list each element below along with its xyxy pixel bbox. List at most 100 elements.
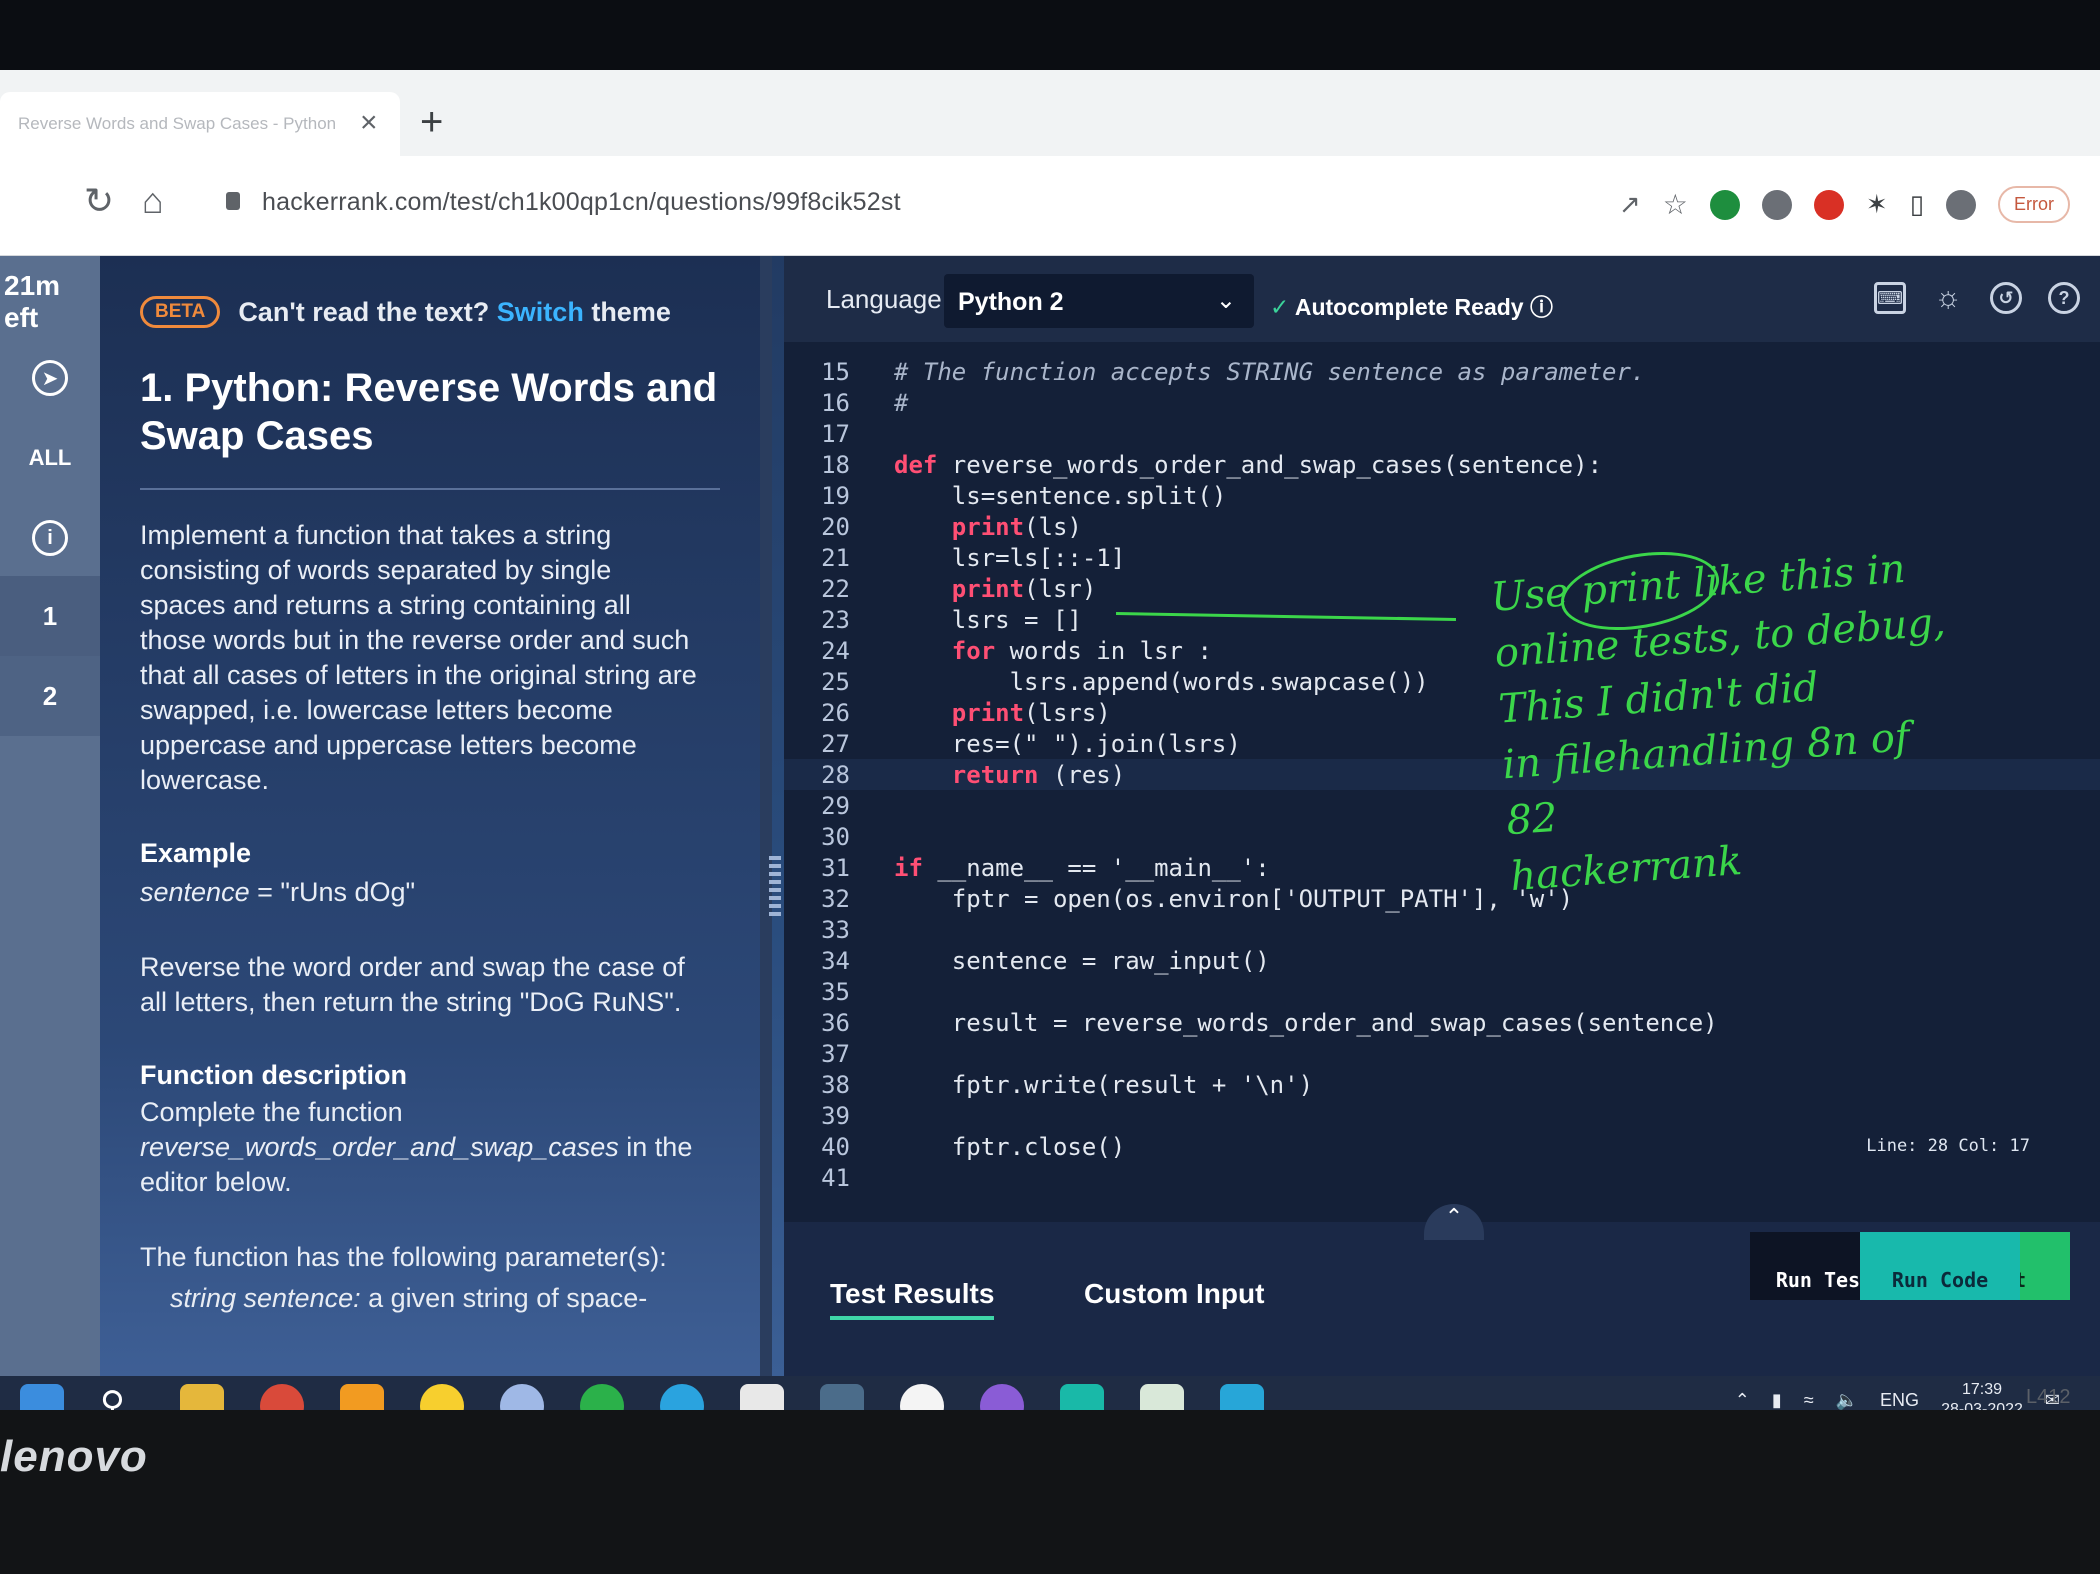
code-text[interactable]: print(lsr) — [894, 575, 1097, 603]
code-text[interactable]: ls=sentence.split() — [894, 482, 1227, 510]
autocomplete-status[interactable]: ✓ Autocomplete Ready ⓘ — [1270, 288, 1553, 322]
photos-icon[interactable] — [820, 1384, 864, 1410]
settings-icon[interactable] — [420, 1384, 464, 1410]
code-line[interactable]: 33 — [784, 914, 2100, 945]
code-text[interactable]: if __name__ == '__main__': — [894, 854, 1270, 882]
browser-tab[interactable]: Reverse Words and Swap Cases - Python × — [0, 92, 400, 156]
code-text[interactable]: fptr = open(os.environ['OUTPUT_PATH'], '… — [894, 885, 1573, 913]
puzzle-icon[interactable]: ✶ — [1866, 189, 1888, 220]
results-bar: ⌃ Test Results Custom Input Run Code Run… — [784, 1204, 2100, 1376]
panel-splitter[interactable] — [760, 256, 772, 1376]
brand-logo: lenovo — [0, 1432, 148, 1481]
code-line[interactable]: 39 — [784, 1100, 2100, 1131]
telegram-icon[interactable] — [660, 1384, 704, 1410]
problem-description: Implement a function that takes a string… — [140, 520, 697, 795]
rail-item-question-1[interactable]: 1 — [0, 576, 100, 656]
code-line[interactable]: 37 — [784, 1038, 2100, 1069]
extension-icon[interactable] — [1761, 189, 1792, 220]
code-line[interactable]: 16 # — [784, 387, 2100, 418]
extension-record-icon[interactable] — [1813, 189, 1844, 220]
switch-theme-link[interactable]: Switch — [497, 297, 584, 327]
language-indicator[interactable]: ENG — [1880, 1390, 1919, 1411]
app-doc-icon[interactable] — [1140, 1384, 1184, 1410]
language-select[interactable]: Python 2 ⌄ — [944, 274, 1254, 328]
code-text[interactable]: return (res) — [894, 761, 1125, 789]
rail-item-all[interactable]: ALL — [0, 418, 100, 498]
left-nav-rail: 21m eft ➤ ALL i 1 2 — [0, 256, 100, 1376]
code-text[interactable]: lsrs = [] — [894, 606, 1082, 634]
reload-icon[interactable]: ↻ — [84, 180, 114, 222]
splitter-grip-icon[interactable] — [769, 856, 781, 916]
code-line[interactable]: 34 sentence = raw_input() — [784, 945, 2100, 976]
home-icon[interactable]: ⌂ — [142, 180, 164, 222]
code-text[interactable]: fptr.close() — [894, 1133, 1125, 1161]
code-text[interactable]: res=(" ").join(lsrs) — [894, 730, 1241, 758]
clock[interactable]: 17:39 28-03-2022 — [1941, 1380, 2023, 1410]
start-icon[interactable] — [20, 1384, 64, 1410]
whatsapp-icon[interactable] — [580, 1384, 624, 1410]
code-text[interactable]: result = reverse_words_order_and_swap_ca… — [894, 1009, 1718, 1037]
code-text[interactable]: # — [894, 389, 908, 417]
line-number: 20 — [821, 512, 850, 541]
tray-chevron-icon[interactable]: ⌃ — [1735, 1390, 1750, 1411]
screen: Reverse Words and Swap Cases - Python × … — [0, 70, 2100, 1410]
rail-item-question-2[interactable]: 2 — [0, 656, 100, 736]
code-text[interactable]: lsr=ls[::-1] — [894, 544, 1125, 572]
history-icon[interactable]: ↺ — [1990, 282, 2022, 314]
file-explorer-icon[interactable] — [180, 1384, 224, 1410]
sidepanel-icon[interactable]: ▯ — [1910, 189, 1924, 220]
windows-taskbar: ⚲ ⌃ ▮ ≈ 🔈 ENG 17:39 28-03-2022 ✉ — [0, 1376, 2100, 1410]
error-chip[interactable]: Error — [1998, 186, 2070, 223]
code-line[interactable]: 20 print(ls) — [784, 511, 2100, 542]
wifi-icon[interactable]: ≈ — [1804, 1390, 1814, 1411]
store-icon[interactable] — [740, 1384, 784, 1410]
volume-icon[interactable]: 🔈 — [1836, 1390, 1858, 1411]
line-number: 33 — [821, 915, 850, 944]
app-blue-icon[interactable] — [1220, 1384, 1264, 1410]
tab-custom-input[interactable]: Custom Input — [1084, 1278, 1264, 1310]
code-line[interactable]: 32 fptr = open(os.environ['OUTPUT_PATH']… — [784, 883, 2100, 914]
chrome-icon[interactable] — [260, 1384, 304, 1410]
rail-item-info[interactable]: i — [0, 498, 100, 578]
code-line[interactable]: 36 result = reverse_words_order_and_swap… — [784, 1007, 2100, 1038]
cloud-icon[interactable] — [500, 1384, 544, 1410]
code-text[interactable]: for words in lsr : — [894, 637, 1212, 665]
tab-test-results[interactable]: Test Results — [830, 1278, 995, 1320]
code-text[interactable]: sentence = raw_input() — [894, 947, 1270, 975]
code-line[interactable]: 41 — [784, 1162, 2100, 1193]
code-line[interactable]: 35 — [784, 976, 2100, 1007]
run-code-button[interactable]: Run Code — [1860, 1232, 2020, 1300]
code-line[interactable]: 38 fptr.write(result + '\n') — [784, 1069, 2100, 1100]
new-tab-icon[interactable]: + — [420, 100, 443, 145]
battery-icon[interactable]: ▮ — [1772, 1390, 1782, 1411]
editor-toolbar: Language Python 2 ⌄ ✓ Autocomplete Ready… — [784, 256, 2100, 342]
code-text[interactable]: def reverse_words_order_and_swap_cases(s… — [894, 451, 1602, 479]
rail-item-home[interactable]: ➤ — [0, 338, 100, 418]
app-green-icon[interactable] — [1060, 1384, 1104, 1410]
extension-m-icon[interactable] — [1709, 189, 1740, 220]
code-line[interactable]: 18 def reverse_words_order_and_swap_cases… — [784, 449, 2100, 480]
github-icon[interactable] — [980, 1384, 1024, 1410]
code-text[interactable]: lsrs.append(words.swapcase()) — [894, 668, 1429, 696]
keyboard-icon[interactable]: ⌨ — [1874, 282, 1906, 314]
code-line[interactable]: 17 — [784, 418, 2100, 449]
brightness-icon[interactable]: ☼ — [1932, 281, 1964, 314]
line-number: 41 — [821, 1163, 850, 1192]
compass-icon: ➤ — [32, 360, 68, 396]
code-text[interactable]: # The function accepts STRING sentence a… — [894, 358, 1645, 386]
code-line[interactable]: 15 # The function accepts STRING sentence… — [784, 356, 2100, 387]
code-text[interactable]: print(ls) — [894, 513, 1082, 541]
code-line[interactable]: 19 ls=sentence.split() — [784, 480, 2100, 511]
tab-close-icon[interactable]: × — [360, 106, 378, 140]
share-icon[interactable]: ↗ — [1619, 189, 1641, 220]
code-text[interactable]: fptr.write(result + '\n') — [894, 1071, 1313, 1099]
language-label: Language — [826, 284, 942, 314]
bookmark-star-icon[interactable]: ☆ — [1663, 188, 1688, 221]
profile-avatar[interactable] — [1946, 189, 1976, 220]
help-icon[interactable]: ? — [2048, 282, 2080, 314]
code-text[interactable]: print(lsrs) — [894, 699, 1111, 727]
search-icon[interactable]: ⚲ — [100, 1384, 144, 1410]
app-icon[interactable] — [340, 1384, 384, 1410]
address-bar[interactable]: hackerrank.com/test/ch1k00qp1cn/question… — [262, 188, 901, 217]
browser-icon[interactable] — [900, 1384, 944, 1410]
